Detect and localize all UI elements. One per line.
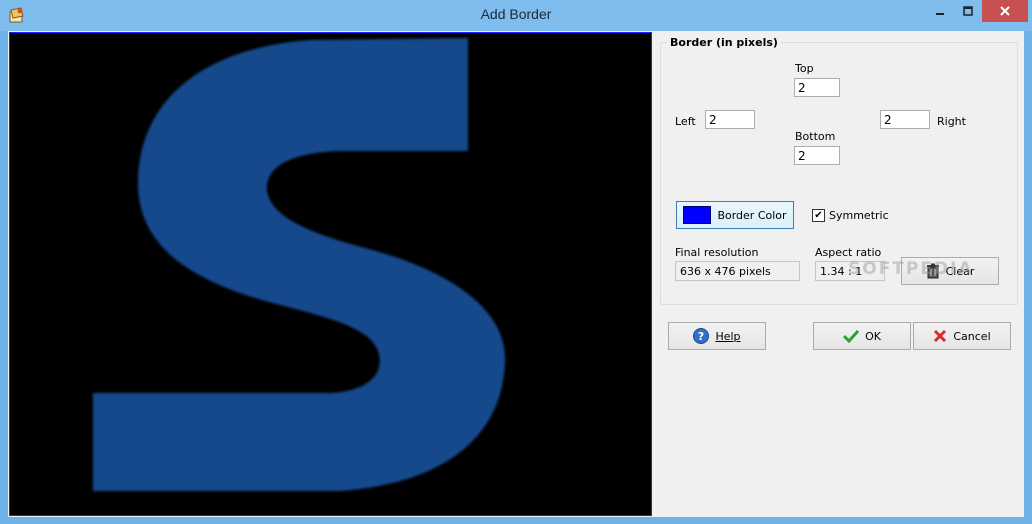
border-group-title: Border (in pixels) <box>667 36 781 49</box>
top-input[interactable] <box>794 78 840 97</box>
final-resolution-label: Final resolution <box>675 246 759 259</box>
svg-text:?: ? <box>698 330 704 343</box>
ok-label: OK <box>865 329 881 343</box>
checkmark-icon <box>843 329 860 343</box>
help-label: Help <box>715 329 741 343</box>
ok-button[interactable]: OK <box>813 322 911 350</box>
maximize-button[interactable] <box>954 0 982 22</box>
cancel-label: Cancel <box>953 329 991 343</box>
border-color-button[interactable]: Border Color <box>676 201 794 229</box>
final-resolution-value: 636 x 476 pixels <box>675 261 800 281</box>
bottom-label: Bottom <box>795 130 836 143</box>
title-bar[interactable]: Add Border <box>0 0 1032 31</box>
aspect-ratio-label: Aspect ratio <box>815 246 882 259</box>
right-input[interactable] <box>880 110 930 129</box>
border-color-label: Border Color <box>717 208 787 222</box>
cancel-x-icon <box>934 329 947 343</box>
bottom-input[interactable] <box>794 146 840 165</box>
symmetric-checkbox[interactable]: ✔ Symmetric <box>812 209 889 222</box>
cancel-button[interactable]: Cancel <box>913 322 1011 350</box>
help-icon: ? <box>693 328 710 344</box>
add-border-window: Add Border Border (in pixels) Top Left <box>0 0 1032 524</box>
image-preview <box>9 32 652 516</box>
minimize-button[interactable] <box>926 0 954 22</box>
left-input[interactable] <box>705 110 755 129</box>
color-swatch <box>683 206 712 224</box>
window-title: Add Border <box>480 6 552 22</box>
close-button[interactable] <box>982 0 1028 22</box>
checkmark-icon[interactable]: ✔ <box>812 209 825 222</box>
minimize-icon <box>936 13 944 15</box>
right-label: Right <box>937 115 966 128</box>
top-label: Top <box>795 62 814 75</box>
maximize-icon <box>963 6 973 16</box>
watermark: SOFTPEDIA <box>848 259 974 279</box>
preview-letter-s <box>93 38 506 491</box>
left-label: Left <box>675 115 696 128</box>
close-icon <box>1000 6 1010 16</box>
dialog-client-area: Border (in pixels) Top Left Right Bottom… <box>8 31 1024 517</box>
symmetric-label: Symmetric <box>829 209 889 222</box>
help-button[interactable]: ? Help <box>668 322 766 350</box>
